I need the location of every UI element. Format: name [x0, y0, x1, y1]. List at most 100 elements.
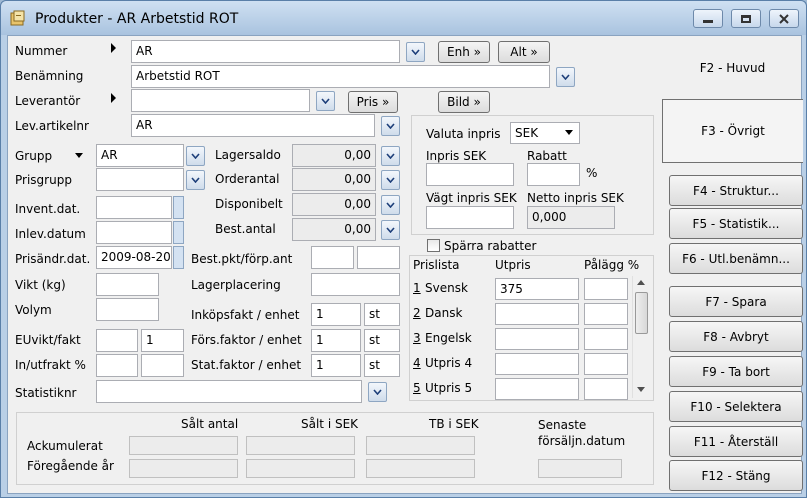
forp-ant-input[interactable] [357, 246, 400, 269]
tab-f3-ovrigt[interactable]: F3 - Övrigt [662, 99, 803, 163]
lagerplacering-label: Lagerplacering [191, 278, 281, 292]
palagg-input[interactable] [584, 278, 628, 300]
statfaktor-input[interactable]: 1 [311, 354, 361, 377]
leverantor-input[interactable] [131, 89, 310, 112]
lev-artikelnr-input[interactable]: AR [131, 114, 375, 137]
inlev-datum-label: Inlev.datum [15, 227, 86, 241]
rabatt-percent-label: % [586, 166, 598, 180]
inlev-datum-spinner[interactable] [173, 221, 184, 244]
best-antal-dropdown-button[interactable] [381, 220, 400, 240]
f8-avbryt-button[interactable]: F8 - Avbryt [669, 321, 803, 352]
utpris-input[interactable] [495, 353, 579, 375]
lagerplacering-input[interactable] [311, 273, 400, 296]
benamning-dropdown-button[interactable] [556, 67, 575, 87]
maximize-button[interactable] [731, 9, 761, 28]
fg-salt-antal [129, 459, 238, 478]
statistiknr-dropdown-button[interactable] [368, 382, 387, 402]
nummer-input[interactable]: AR [131, 40, 400, 63]
f9-ta-bort-button[interactable]: F9 - Ta bort [669, 356, 803, 387]
infrakt-input[interactable] [96, 354, 138, 377]
lev-artikelnr-dropdown-button[interactable] [381, 116, 400, 136]
benamning-input[interactable]: Arbetstid ROT [131, 65, 550, 88]
volym-input[interactable] [96, 298, 159, 321]
leverantor-dropdown-button[interactable] [316, 91, 335, 111]
forsfaktor-input[interactable]: 1 [311, 329, 361, 352]
scroll-thumb[interactable] [635, 292, 648, 334]
best-pkt-label: Best.pkt/förp.ant [191, 252, 293, 266]
inkopsfakt-input[interactable]: 1 [311, 303, 361, 326]
bild-button[interactable]: Bild » [438, 91, 490, 113]
disponibelt-dropdown-button[interactable] [381, 195, 400, 215]
invent-dat-spinner[interactable] [173, 196, 184, 219]
chevron-down-icon [565, 130, 573, 135]
senaste-header: Senaste försäljn.datum [538, 418, 626, 448]
prisandr-dat-input[interactable]: 2009-08-20 [96, 246, 172, 269]
best-pkt-input[interactable] [311, 246, 354, 269]
prisandr-dat-spinner[interactable] [173, 246, 184, 269]
f5-statistik-button[interactable]: F5 - Statistik... [669, 208, 803, 239]
utfrakt-input[interactable] [141, 354, 184, 377]
f6-utl-benamn-button[interactable]: F6 - Utl.benämn... [669, 243, 803, 274]
scroll-down-icon[interactable] [637, 387, 645, 392]
alt-button[interactable]: Alt » [498, 41, 550, 63]
prisgrupp-input[interactable] [96, 168, 184, 191]
rabatt-input[interactable] [527, 163, 580, 186]
grupp-dropdown-button[interactable] [186, 146, 205, 166]
tb-sek-header: TB i SEK [429, 417, 479, 431]
sparra-rabatter-checkbox[interactable] [427, 239, 440, 252]
close-button[interactable] [769, 9, 799, 28]
inlev-datum-input[interactable] [96, 221, 172, 244]
grupp-input[interactable]: AR [96, 144, 184, 167]
prisgrupp-label: Prisgrupp [15, 173, 72, 187]
euvikt-input[interactable] [96, 329, 138, 352]
vagt-inpris-input[interactable] [426, 206, 514, 229]
disponibelt-label: Disponibelt [215, 197, 283, 211]
enh-button[interactable]: Enh » [438, 41, 490, 63]
f11-aterstall-button[interactable]: F11 - Återställ [669, 426, 803, 457]
utpris-input[interactable]: 375 [495, 278, 579, 300]
ack-tb-sek [366, 436, 475, 455]
pris-button[interactable]: Pris » [348, 91, 398, 113]
utpris-input[interactable] [495, 378, 579, 400]
prislista-scrollbar[interactable] [632, 276, 649, 398]
valuta-select[interactable]: SEK [510, 122, 580, 144]
inpris-input[interactable] [426, 163, 514, 186]
prislista-row-name: Utpris 5 [425, 381, 473, 395]
lagersaldo-value: 0,00 [292, 144, 376, 167]
tab-f2-huvud[interactable]: F2 - Huvud [662, 36, 803, 99]
fakt-input[interactable]: 1 [141, 329, 184, 352]
utpris-input[interactable] [495, 328, 579, 350]
benamning-label: Benämning [15, 69, 84, 83]
f12-stang-button[interactable]: F12 - Stäng [669, 460, 803, 491]
maximize-icon [741, 14, 751, 23]
nummer-dropdown-button[interactable] [406, 42, 425, 62]
f7-spara-button[interactable]: F7 - Spara [669, 286, 803, 317]
statfaktor-unit[interactable]: st [364, 354, 400, 377]
palagg-header: Pålägg % [584, 258, 640, 272]
palagg-input[interactable] [584, 303, 628, 325]
palagg-input[interactable] [584, 353, 628, 375]
ack-salt-antal [129, 436, 238, 455]
palagg-input[interactable] [584, 378, 628, 400]
vikt-label: Vikt (kg) [15, 278, 66, 292]
scroll-up-icon[interactable] [637, 280, 645, 285]
orderantal-dropdown-button[interactable] [381, 170, 400, 190]
lev-artikelnr-label: Lev.artikelnr [15, 119, 89, 133]
utpris-input[interactable] [495, 303, 579, 325]
prislista-row-name: Svensk [425, 281, 468, 295]
forsfaktor-unit[interactable]: st [364, 329, 400, 352]
palagg-input[interactable] [584, 328, 628, 350]
f4-struktur-button[interactable]: F4 - Struktur... [669, 175, 803, 206]
prisgrupp-dropdown-button[interactable] [186, 170, 205, 190]
minimize-button[interactable] [693, 9, 723, 28]
statistiknr-input[interactable] [96, 380, 362, 403]
inkopsfakt-unit[interactable]: st [364, 303, 400, 326]
in-utfrakt-label: In/utfrakt % [15, 358, 86, 372]
f10-selektera-button[interactable]: F10 - Selektera [669, 391, 803, 422]
vikt-input[interactable] [96, 273, 159, 296]
senaste-datum [538, 459, 622, 478]
lagersaldo-dropdown-button[interactable] [381, 146, 400, 166]
invent-dat-input[interactable] [96, 196, 172, 219]
forsfaktor-label: Förs.faktor / enhet [191, 333, 302, 347]
inpris-label: Inpris SEK [426, 149, 487, 163]
